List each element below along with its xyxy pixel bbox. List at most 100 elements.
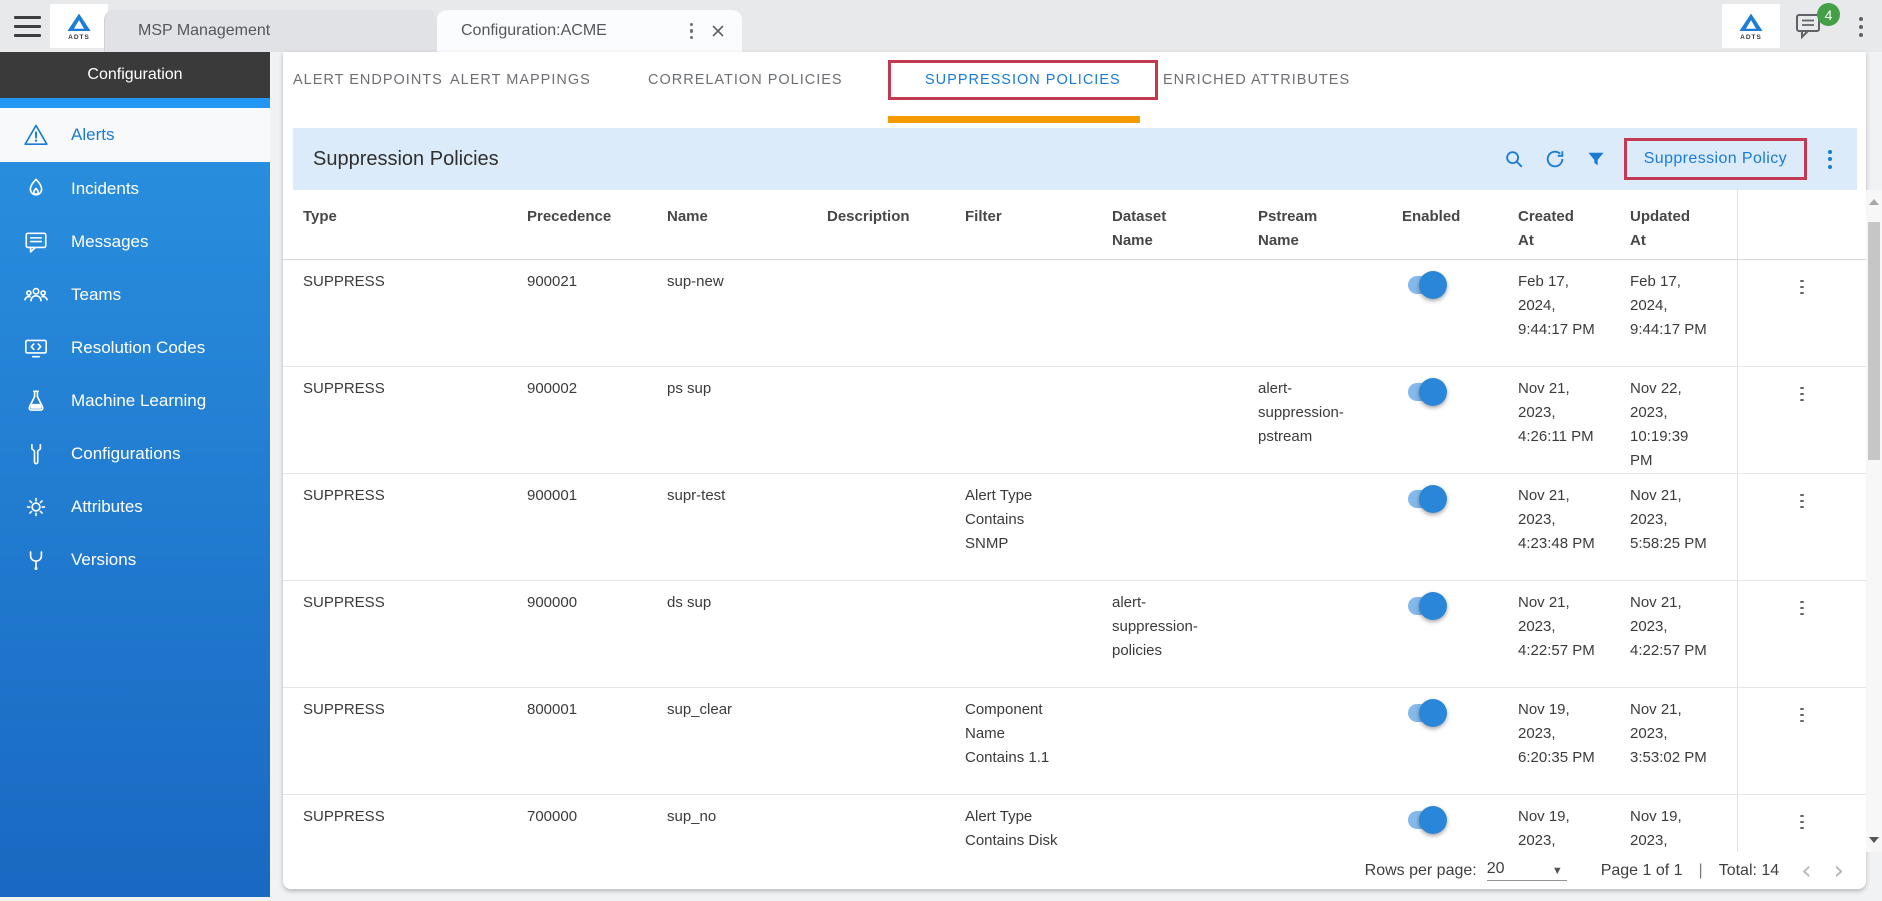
sidebar-item-configurations[interactable]: Configurations (0, 427, 270, 480)
sidebar-header: Configuration (0, 52, 270, 98)
column-header-created-at: Created At (1518, 190, 1630, 259)
cell-filter: Component Name Contains 1.1 (965, 688, 1112, 794)
cell-pstream-name (1258, 260, 1402, 366)
notification-badge: 4 (1817, 3, 1840, 26)
sidebar-nav: Alerts IncidentsMessages Teams Resolution C… (0, 108, 270, 586)
tab-options-kebab-icon[interactable] (687, 20, 697, 43)
sidebar-item-incidents[interactable]: Incidents (0, 162, 270, 215)
total-count: Total: 14 (1719, 862, 1779, 880)
window-tab-label: Configuration:ACME (461, 22, 607, 40)
footer-separator: | (1699, 862, 1703, 880)
hamburger-menu-icon[interactable] (14, 16, 41, 37)
sidebar-item-label: Resolution Codes (71, 338, 205, 358)
table-row: SUPPRESS800001sup_clearComponent Name Co… (283, 688, 1866, 795)
cell-name: sup-new (667, 260, 827, 366)
cell-enabled (1402, 474, 1518, 580)
cell-actions (1737, 581, 1866, 687)
scrollbar-thumb[interactable] (1868, 222, 1880, 460)
cell-enabled (1402, 688, 1518, 794)
sidebar-item-versions[interactable]: Versions (0, 533, 270, 586)
sidebar-item-label: Versions (71, 550, 136, 570)
sidebar-item-attributes[interactable]: Attributes (0, 480, 270, 533)
search-icon[interactable] (1502, 147, 1526, 171)
cell-description (827, 474, 965, 580)
row-actions-kebab-icon[interactable] (1798, 599, 1806, 617)
rows-per-page-value: 20 (1487, 860, 1505, 878)
window-tab-label: MSP Management (138, 22, 270, 40)
cell-updated-at: Nov 21, 2023, 5:58:25 PM (1630, 474, 1737, 580)
cell-filter: Alert Type Contains SNMP (965, 474, 1112, 580)
cell-enabled (1402, 581, 1518, 687)
enabled-toggle[interactable] (1408, 490, 1442, 508)
table-body: SUPPRESS900021sup-newFeb 17, 2024, 9:44:… (283, 260, 1866, 889)
page-info: Page 1 of 1 (1601, 862, 1683, 880)
column-header-dataset-name: Dataset Name (1112, 190, 1258, 259)
cell-precedence: 900002 (527, 367, 667, 473)
table-row: SUPPRESS900000ds supalert-suppression-po… (283, 581, 1866, 688)
resolution-codes-icon (22, 334, 49, 361)
sidebar-item-resolution-codes[interactable]: Resolution Codes (0, 321, 270, 374)
scrollbar-up-button[interactable] (1866, 194, 1882, 210)
table-row: SUPPRESS900001supr-testAlert Type Contai… (283, 474, 1866, 581)
sidebar-item-label: Machine Learning (71, 391, 206, 411)
row-actions-kebab-icon[interactable] (1798, 813, 1806, 831)
topbar-kebab-icon[interactable] (1857, 15, 1865, 39)
row-actions-kebab-icon[interactable] (1798, 492, 1806, 510)
application-window: ADTS MSP Management Configuration:ACME A… (0, 0, 1882, 901)
rows-per-page-select[interactable]: 20 ▼ (1487, 860, 1567, 881)
refresh-icon[interactable] (1543, 147, 1567, 171)
brand-name: ADTS (1740, 34, 1762, 41)
tab-alert-endpoints[interactable]: ALERT ENDPOINTS (293, 72, 443, 88)
toolbar-kebab-icon[interactable] (1825, 147, 1835, 172)
previous-page-chevron-icon[interactable]: ‹ (1801, 861, 1811, 881)
filter-icon[interactable] (1584, 147, 1608, 171)
column-header-name: Name (667, 190, 827, 259)
window-tab-configuration-acme[interactable]: Configuration:ACME (437, 10, 742, 52)
tab-suppression-policies[interactable]: SUPPRESSION POLICIES (888, 60, 1158, 100)
row-actions-kebab-icon[interactable] (1798, 278, 1806, 296)
cell-filter (965, 260, 1112, 366)
cell-precedence: 800001 (527, 688, 667, 794)
machine-learning-icon (22, 387, 49, 414)
tab-alert-mappings[interactable]: ALERT MAPPINGS (450, 72, 591, 88)
cell-dataset-name (1112, 367, 1258, 473)
vertical-scrollbar[interactable] (1866, 190, 1882, 852)
column-header-enabled: Enabled (1402, 190, 1518, 259)
cell-filter (965, 367, 1112, 473)
close-tab-icon[interactable] (710, 23, 726, 39)
enabled-toggle[interactable] (1408, 597, 1442, 615)
tab-correlation-policies[interactable]: CORRELATION POLICIES (648, 72, 843, 88)
cell-enabled (1402, 260, 1518, 366)
cell-actions (1737, 474, 1866, 580)
next-page-chevron-icon[interactable]: › (1834, 861, 1844, 881)
attributes-icon (22, 493, 49, 520)
cell-actions (1737, 260, 1866, 366)
configurations-icon (22, 440, 49, 467)
sidebar-accent-strip (0, 98, 270, 108)
sidebar-item-label: Alerts (71, 125, 114, 145)
cell-name: supr-test (667, 474, 827, 580)
cell-type: SUPPRESS (303, 581, 527, 687)
add-suppression-policy-button[interactable]: Suppression Policy (1624, 138, 1807, 180)
sidebar-item-machine-learning[interactable]: Machine Learning (0, 374, 270, 427)
row-actions-kebab-icon[interactable] (1798, 385, 1806, 403)
tab-label: ENRICHED ATTRIBUTES (1163, 72, 1350, 88)
window-tab-msp-management[interactable]: MSP Management (104, 10, 437, 52)
tab-enriched-attributes[interactable]: ENRICHED ATTRIBUTES (1163, 72, 1350, 88)
sidebar-item-messages[interactable]: Messages (0, 215, 270, 268)
sidebar-item-alerts[interactable]: Alerts (0, 108, 270, 162)
enabled-toggle[interactable] (1408, 276, 1442, 294)
cell-type: SUPPRESS (303, 367, 527, 473)
enabled-toggle[interactable] (1408, 811, 1442, 829)
enabled-toggle[interactable] (1408, 383, 1442, 401)
enabled-toggle[interactable] (1408, 704, 1442, 722)
tab-label: CORRELATION POLICIES (648, 72, 843, 88)
brand-logo-icon (1738, 11, 1764, 35)
sidebar-item-label: Configurations (71, 444, 181, 464)
row-actions-kebab-icon[interactable] (1798, 706, 1806, 724)
sidebar-item-label: Teams (71, 285, 121, 305)
sidebar-item-teams[interactable]: Teams (0, 268, 270, 321)
scrollbar-down-button[interactable] (1866, 832, 1882, 848)
table-footer: Rows per page: 20 ▼ Page 1 of 1 | Total:… (283, 852, 1866, 889)
tab-label: SUPPRESSION POLICIES (925, 72, 1121, 88)
